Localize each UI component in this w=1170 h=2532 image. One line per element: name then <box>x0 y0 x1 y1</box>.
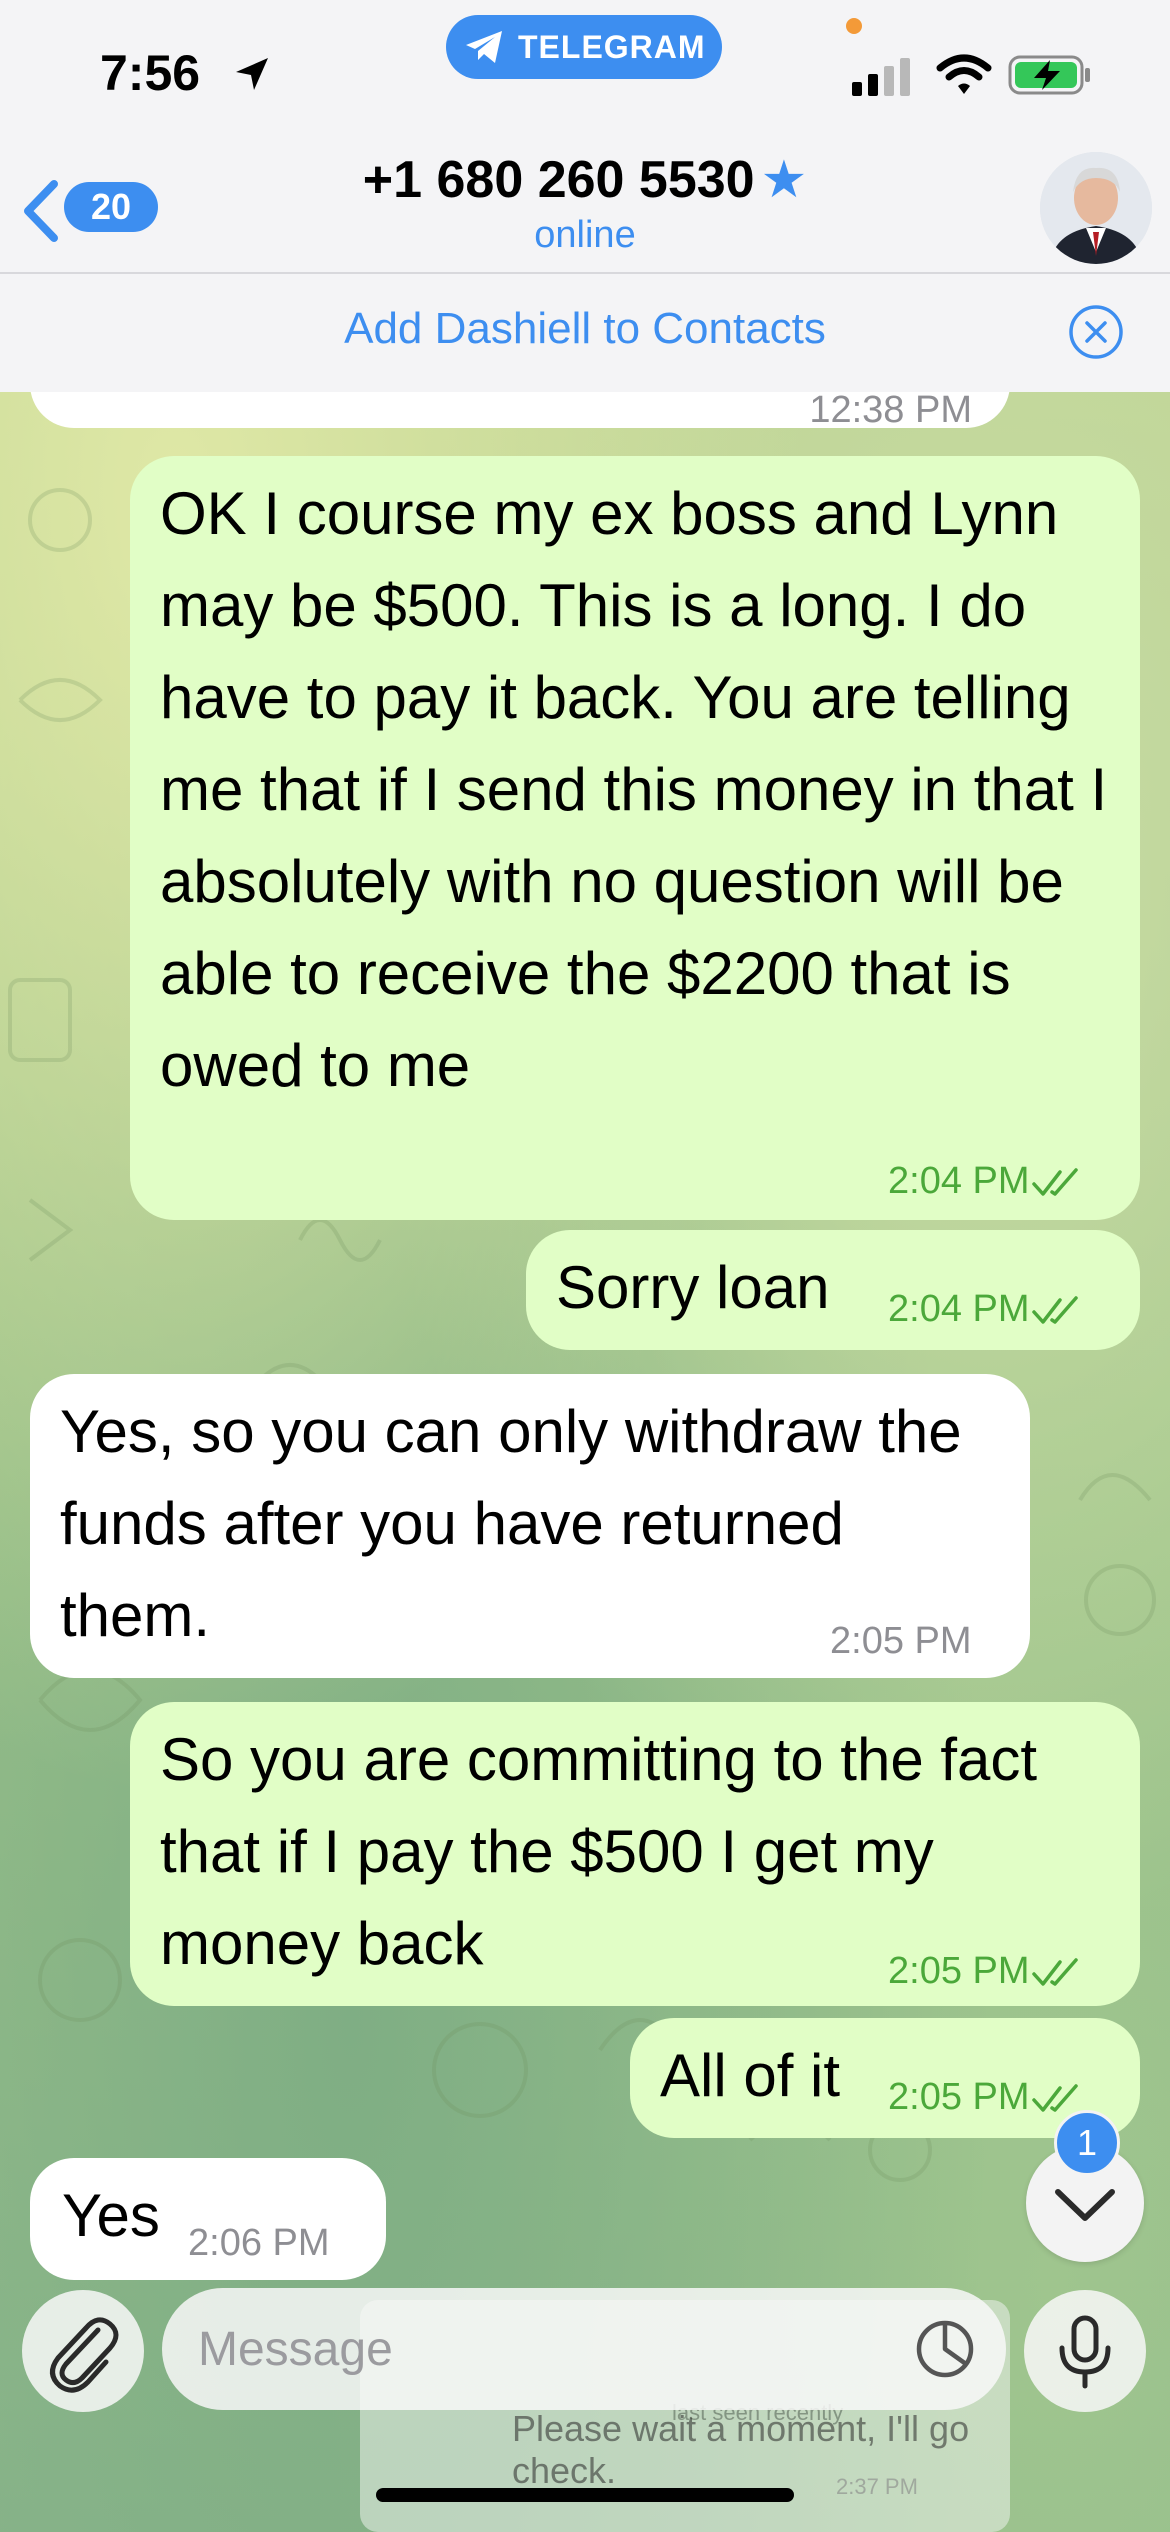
message-meta: 2:04 PM <box>888 1288 1086 1331</box>
message-bubble-outgoing[interactable]: OK I course my ex boss and Lynn may be $… <box>130 456 1140 1220</box>
message-input[interactable] <box>162 2288 1006 2410</box>
message-time: 2:04 PM <box>888 1160 1030 1202</box>
telegram-app-pill[interactable]: TELEGRAM <box>446 15 722 79</box>
background-preview-time: 2:37 PM <box>836 2474 918 2499</box>
message-text: So you are committing to the fact that i… <box>160 1726 1038 1977</box>
battery-charging-icon <box>1008 55 1090 95</box>
message-time: 2:06 PM <box>188 2222 330 2264</box>
star-icon: ★ <box>760 151 808 209</box>
message-text: OK I course my ex boss and Lynn may be $… <box>160 480 1108 1099</box>
top-header: 7:56 TELEGRAM 20 +1 680 260 5530 ★ online <box>0 0 1170 392</box>
close-banner-button[interactable] <box>1068 304 1124 360</box>
background-preview-text: check. <box>512 2450 617 2491</box>
close-circle-icon <box>1069 305 1123 359</box>
add-to-contacts-link[interactable]: Add Dashiell to Contacts <box>0 304 1170 354</box>
microphone-icon <box>1059 2315 1111 2389</box>
double-check-icon <box>1031 1168 1078 1196</box>
privacy-indicator-dot <box>846 18 862 34</box>
attach-button[interactable] <box>22 2290 144 2412</box>
paperclip-icon <box>50 2317 119 2393</box>
message-text: Sorry loan <box>556 1254 830 1321</box>
location-arrow-icon <box>236 58 268 90</box>
unread-count-badge: 1 <box>1054 2110 1120 2176</box>
contact-avatar[interactable] <box>1040 152 1152 264</box>
chat-online-status: online <box>534 214 636 256</box>
avatar-portrait-icon <box>1040 152 1152 264</box>
double-check-icon <box>1031 1958 1078 1986</box>
chat-title-text: +1 680 260 5530 <box>362 151 755 209</box>
voice-message-button[interactable] <box>1024 2290 1146 2412</box>
telegram-plane-icon <box>466 31 502 63</box>
message-time: 12:38 PM <box>809 389 972 428</box>
message-time: 2:04 PM <box>888 1288 1030 1330</box>
wifi-icon <box>936 54 992 94</box>
cellular-signal-icon <box>852 58 910 96</box>
message-time: 2:05 PM <box>888 2076 1030 2118</box>
chat-title[interactable]: +1 680 260 5530 ★ <box>0 150 1170 210</box>
telegram-pill-label: TELEGRAM <box>518 29 706 65</box>
message-time: 2:05 PM <box>830 1620 972 1662</box>
message-meta: 2:04 PM <box>888 1160 1086 1203</box>
double-check-icon <box>1031 1296 1078 1324</box>
message-text: Yes, so you can only withdraw the funds … <box>60 1398 962 1649</box>
message-meta: 2:05 PM <box>888 2076 1086 2119</box>
status-time: 7:56 <box>100 45 201 101</box>
sticker-icon <box>916 2320 974 2378</box>
message-meta: 2:05 PM <box>888 1950 1086 1993</box>
sticker-button[interactable] <box>910 2314 980 2384</box>
message-time: 2:05 PM <box>888 1950 1030 1992</box>
message-text: Yes <box>62 2182 160 2249</box>
home-indicator <box>376 2488 794 2502</box>
background-preview-text: Please wait a moment, I'll go <box>512 2408 970 2449</box>
header-divider <box>0 272 1170 274</box>
message-text: All of it <box>660 2042 841 2109</box>
